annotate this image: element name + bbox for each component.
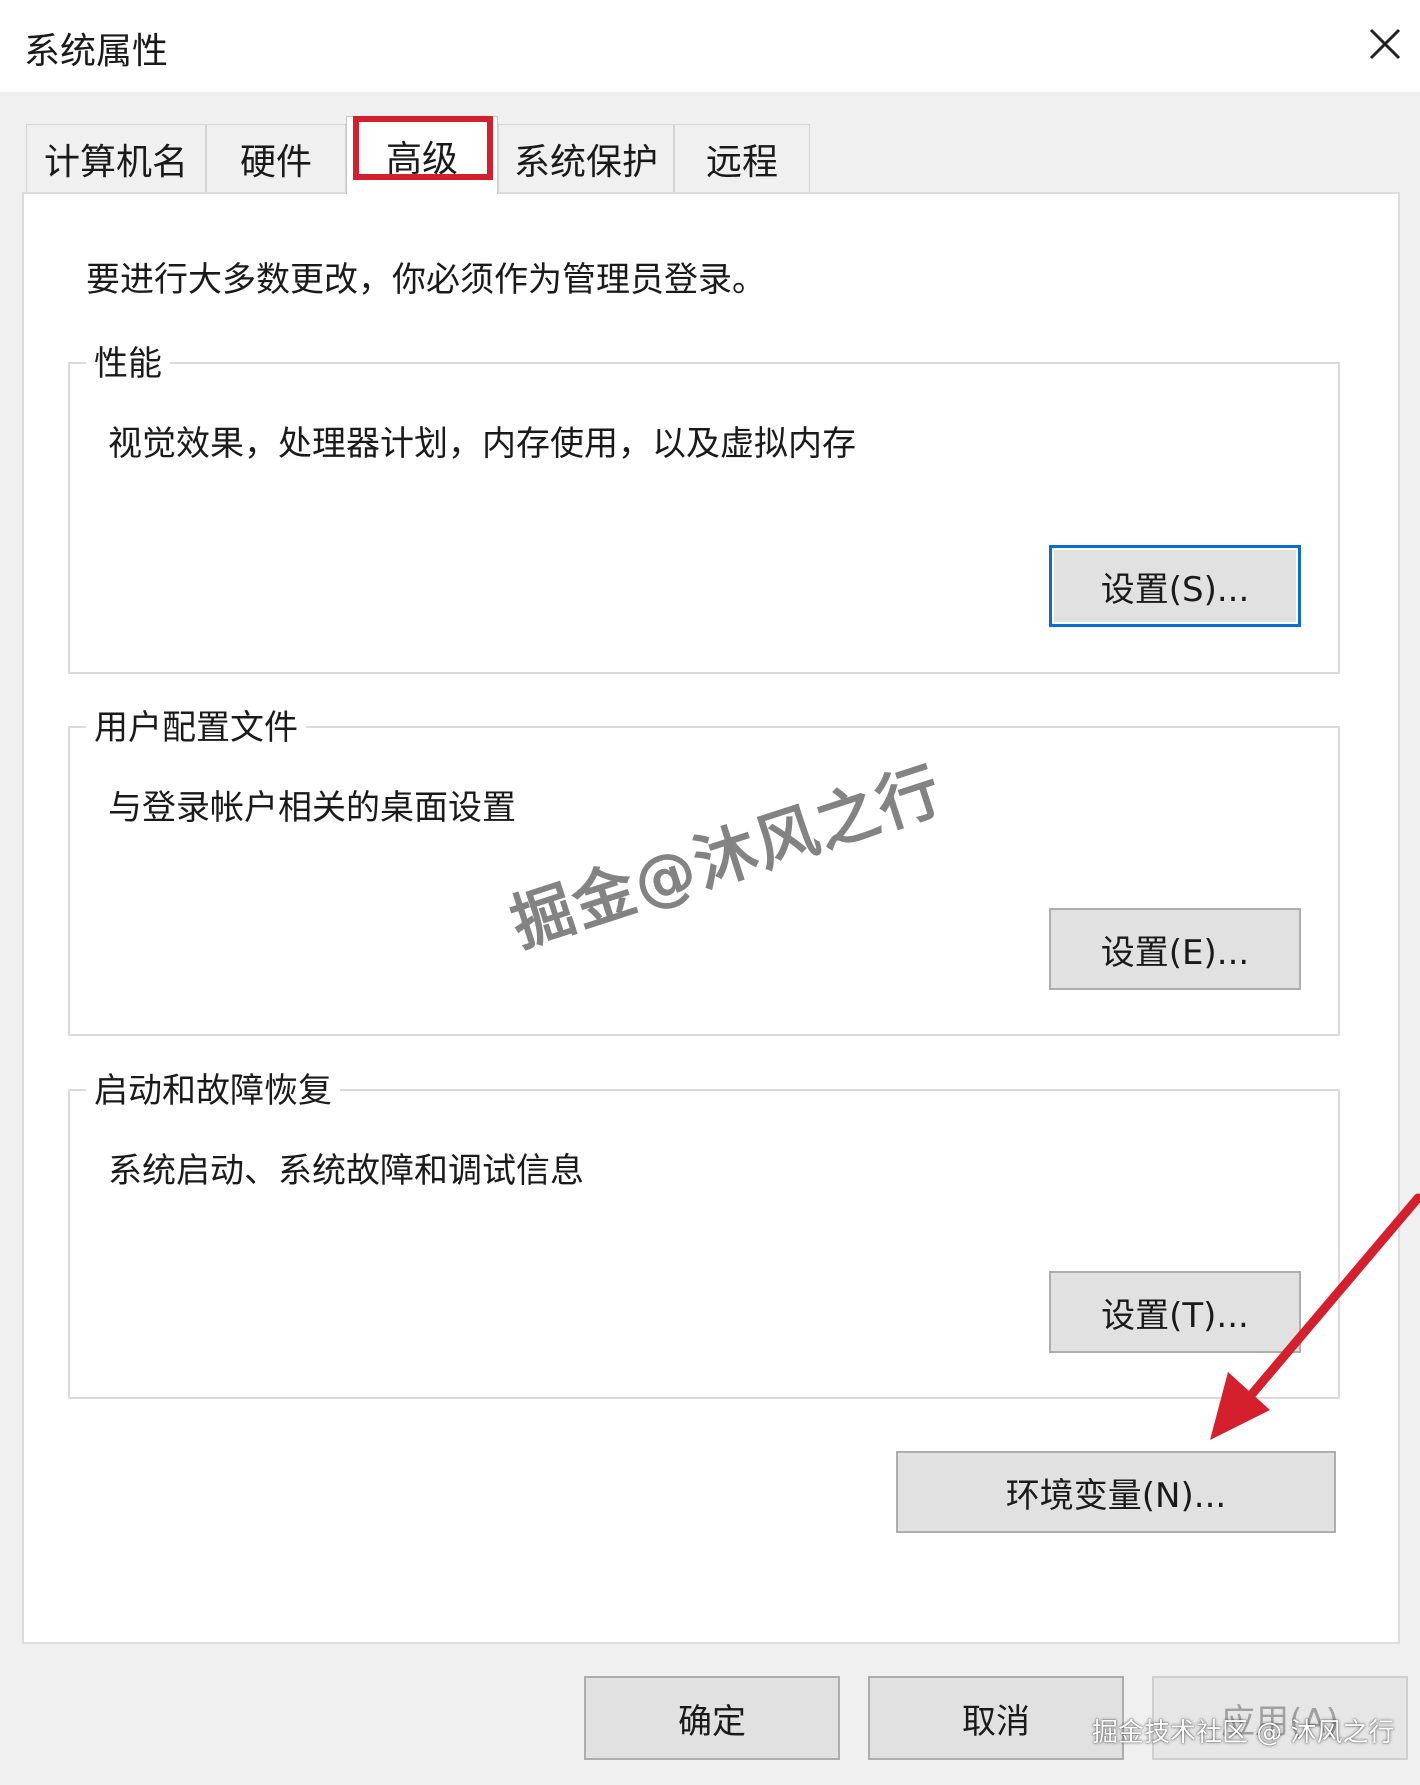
performance-description: 视觉效果，处理器计划，内存使用，以及虚拟内存	[108, 424, 856, 464]
close-icon	[1369, 28, 1401, 60]
tab-system-protection[interactable]: 系统保护	[498, 124, 674, 192]
performance-legend: 性能	[86, 336, 170, 385]
corner-watermark: 掘金技术社区 @ 沐风之行	[1092, 1718, 1395, 1748]
cancel-button[interactable]: 取消	[868, 1676, 1124, 1760]
tab-hardware[interactable]: 硬件	[206, 124, 346, 192]
startup-recovery-settings-button[interactable]: 设置(T)...	[1049, 1271, 1301, 1353]
environment-variables-button[interactable]: 环境变量(N)...	[896, 1451, 1336, 1533]
tab-advanced[interactable]: 高级	[346, 116, 498, 194]
close-button[interactable]	[1350, 14, 1420, 74]
startup-recovery-description: 系统启动、系统故障和调试信息	[108, 1151, 584, 1191]
performance-group: 性能 视觉效果，处理器计划，内存使用，以及虚拟内存	[68, 336, 1340, 674]
ok-button[interactable]: 确定	[584, 1676, 840, 1760]
user-profiles-description: 与登录帐户相关的桌面设置	[108, 788, 516, 828]
window-title: 系统属性	[24, 31, 169, 72]
performance-settings-button[interactable]: 设置(S)...	[1049, 545, 1301, 627]
tab-remote[interactable]: 远程	[674, 124, 810, 192]
admin-notice: 要进行大多数更改，你必须作为管理员登录。	[86, 260, 766, 300]
tab-computer-name[interactable]: 计算机名	[26, 124, 206, 192]
startup-recovery-legend: 启动和故障恢复	[86, 1063, 340, 1112]
title-bar: 系统属性	[0, 0, 1420, 92]
user-profiles-settings-button[interactable]: 设置(E)...	[1049, 908, 1301, 990]
user-profiles-legend: 用户配置文件	[86, 700, 306, 749]
